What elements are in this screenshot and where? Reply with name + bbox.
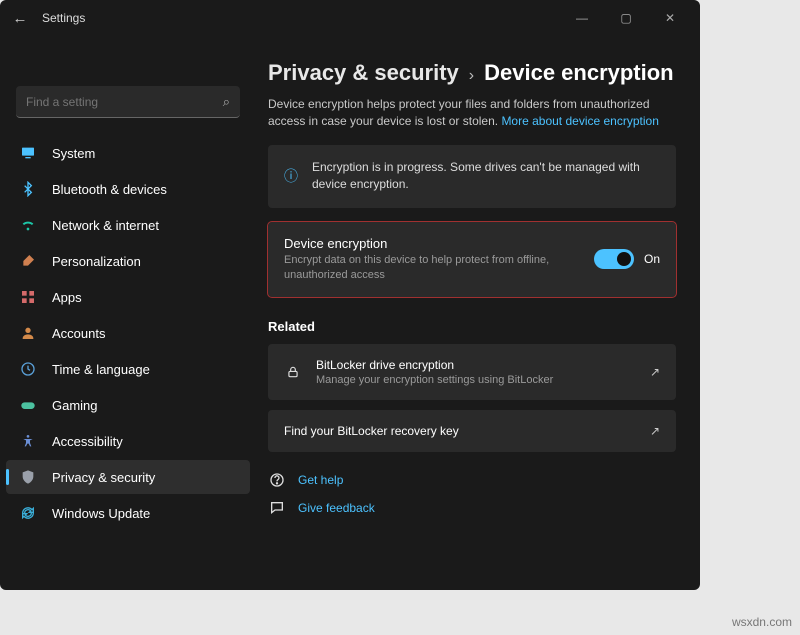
get-help-label: Get help (298, 473, 343, 487)
info-icon: ⓘ (284, 166, 298, 186)
bitlocker-recovery-link[interactable]: Find your BitLocker recovery key ↗ (268, 410, 676, 452)
search-box[interactable]: ⌕ (16, 86, 240, 118)
learn-more-link[interactable]: More about device encryption (501, 114, 658, 128)
accessibility-icon (18, 433, 38, 449)
apps-icon (18, 289, 38, 305)
get-help-link[interactable]: Get help (268, 472, 676, 488)
nav-apps[interactable]: Apps (6, 280, 250, 314)
link-title: BitLocker drive encryption (316, 358, 553, 372)
open-external-icon: ↗ (650, 365, 660, 379)
nav-label: Gaming (52, 398, 98, 413)
nav-label: Personalization (52, 254, 141, 269)
window-controls: — ▢ ✕ (560, 0, 692, 36)
bluetooth-icon (18, 181, 38, 197)
content-pane: Privacy & security › Device encryption D… (256, 36, 700, 590)
sidebar: ⌕ System Bluetooth & devices (0, 36, 256, 590)
link-title: Find your BitLocker recovery key (284, 424, 459, 438)
shield-icon (18, 469, 38, 485)
open-external-icon: ↗ (650, 424, 660, 438)
nav-bluetooth[interactable]: Bluetooth & devices (6, 172, 250, 206)
page-title: Device encryption (484, 60, 674, 86)
give-feedback-label: Give feedback (298, 501, 375, 515)
nav-network[interactable]: Network & internet (6, 208, 250, 242)
page-description: Device encryption helps protect your fil… (268, 96, 676, 131)
device-encryption-toggle[interactable] (594, 249, 634, 269)
give-feedback-link[interactable]: Give feedback (268, 500, 676, 516)
search-icon: ⌕ (223, 94, 230, 110)
nav-label: Bluetooth & devices (52, 182, 167, 197)
breadcrumb: Privacy & security › Device encryption (268, 60, 676, 86)
back-button[interactable]: ← (8, 10, 32, 27)
nav-accessibility[interactable]: Accessibility (6, 424, 250, 458)
related-label: Related (268, 319, 676, 334)
toggle-subtitle: Encrypt data on this device to help prot… (284, 253, 580, 284)
search-input[interactable] (26, 95, 223, 109)
toggle-state-label: On (644, 252, 660, 266)
toggle-title: Device encryption (284, 236, 580, 251)
info-banner: ⓘ Encryption is in progress. Some drives… (268, 145, 676, 208)
clock-icon (18, 361, 38, 377)
nav-label: System (52, 146, 95, 161)
gaming-icon (18, 397, 38, 413)
update-icon (18, 505, 38, 521)
nav-label: Accounts (52, 326, 105, 341)
nav-personalization[interactable]: Personalization (6, 244, 250, 278)
info-text: Encryption is in progress. Some drives c… (312, 159, 660, 194)
nav-system[interactable]: System (6, 136, 250, 170)
nav-label: Apps (52, 290, 82, 305)
nav-time[interactable]: Time & language (6, 352, 250, 386)
brush-icon (18, 253, 38, 269)
nav-list: System Bluetooth & devices Network & int… (6, 136, 250, 530)
display-icon (18, 145, 38, 161)
nav-label: Time & language (52, 362, 150, 377)
wifi-icon (18, 217, 38, 233)
nav-label: Privacy & security (52, 470, 155, 485)
minimize-button[interactable]: — (560, 0, 604, 36)
nav-label: Accessibility (52, 434, 123, 449)
settings-window: ← Settings — ▢ ✕ ⌕ System (0, 0, 700, 590)
close-button[interactable]: ✕ (648, 0, 692, 36)
nav-label: Windows Update (52, 506, 150, 521)
feedback-icon (268, 500, 286, 516)
bitlocker-settings-link[interactable]: BitLocker drive encryption Manage your e… (268, 344, 676, 400)
breadcrumb-parent[interactable]: Privacy & security (268, 60, 459, 86)
nav-privacy-security[interactable]: Privacy & security (6, 460, 250, 494)
footer-links: Get help Give feedback (268, 472, 676, 516)
lock-icon (284, 365, 302, 379)
nav-gaming[interactable]: Gaming (6, 388, 250, 422)
watermark: wsxdn.com (732, 615, 792, 629)
person-icon (18, 325, 38, 341)
window-title: Settings (42, 11, 85, 25)
nav-update[interactable]: Windows Update (6, 496, 250, 530)
link-subtitle: Manage your encryption settings using Bi… (316, 374, 553, 386)
maximize-button[interactable]: ▢ (604, 0, 648, 36)
device-encryption-toggle-card: Device encryption Encrypt data on this d… (268, 222, 676, 298)
titlebar: ← Settings — ▢ ✕ (0, 0, 700, 36)
nav-label: Network & internet (52, 218, 159, 233)
help-icon (268, 472, 286, 488)
chevron-right-icon: › (469, 67, 474, 85)
nav-accounts[interactable]: Accounts (6, 316, 250, 350)
